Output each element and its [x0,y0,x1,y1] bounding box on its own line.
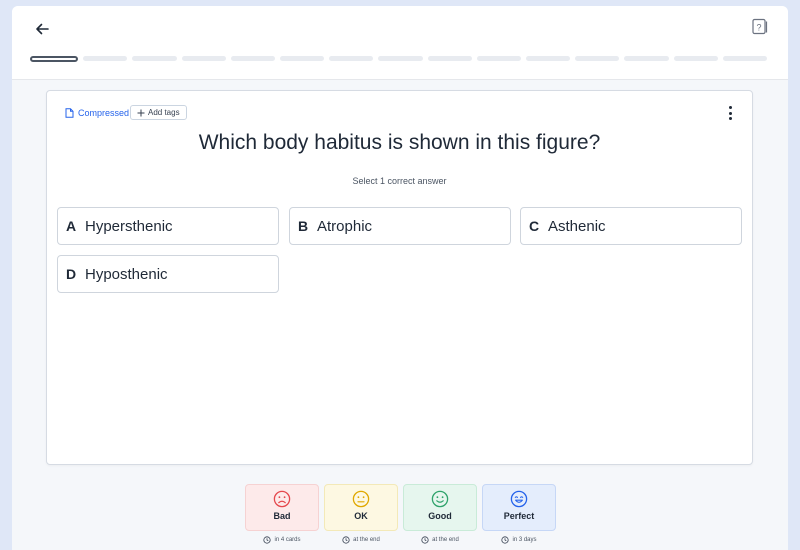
option-letter: B [298,218,309,234]
top-bar: ? [12,6,788,80]
kebab-dot-icon [728,111,732,115]
progress-bar [30,56,768,62]
kebab-dot-icon [728,106,732,109]
history-icon [501,536,510,544]
help-button[interactable]: ? [752,18,770,36]
rate-good-button[interactable]: Good [403,484,477,531]
rate-label: Bad [273,511,291,521]
smile-face-icon [431,490,449,508]
app-window: ? Compressed Add tags Which body habitus… [12,6,788,550]
rate-ok-button[interactable]: OK [324,484,398,531]
kebab-dot-icon [728,117,732,120]
rate-bad-button[interactable]: Bad [245,484,319,531]
option-text: Atrophic [317,217,373,235]
progress-segment-current [30,56,79,62]
neutral-face-icon [352,490,370,508]
progress-segment [83,56,128,61]
rate-schedule: at the end [342,536,380,544]
option-letter: D [66,266,77,282]
history-icon [342,536,350,544]
rate-label: Good [428,511,452,521]
progress-segment [673,56,718,61]
rating-good: Good at the end [403,484,477,544]
add-tags-button[interactable]: Add tags [130,105,187,120]
rate-schedule: at the end [421,536,459,544]
option-text: Hyposthenic [85,265,168,283]
rating-perfect: Perfect in 3 days [482,484,556,544]
answer-instruction: Select 1 correct answer [352,176,447,186]
option-letter: A [66,218,77,234]
rate-schedule-text: in 4 cards [274,537,301,543]
rating-ok: OK at the end [324,484,398,544]
option-letter: C [529,218,540,234]
deck-link[interactable]: Compressed [65,108,129,118]
rate-schedule: in 4 cards [263,536,301,544]
progress-segment [132,56,177,61]
rating-bad: Bad in 4 cards [245,484,319,544]
progress-segment [575,56,620,61]
option-text: Hypersthenic [85,217,173,235]
answer-option-d[interactable]: D Hyposthenic [57,255,279,293]
answer-option-c[interactable]: C Asthenic [520,207,742,245]
progress-segment [181,56,226,61]
document-icon [65,108,74,118]
rate-schedule-text: in 3 days [512,537,537,543]
more-options-button[interactable] [726,106,734,120]
add-tags-label: Add tags [148,108,180,117]
answer-option-b[interactable]: B Atrophic [289,207,511,245]
frown-face-icon [273,490,291,508]
progress-segment [280,56,325,61]
progress-segment [427,56,472,61]
progress-segment [624,56,669,61]
deck-name: Compressed [78,108,130,118]
rate-schedule-text: at the end [432,537,459,543]
grin-face-icon [510,490,528,508]
question-text: Which body habitus is shown in this figu… [198,131,601,154]
progress-segment [230,56,276,61]
history-icon [263,536,272,544]
option-text: Asthenic [548,217,606,235]
rate-schedule-text: at the end [353,537,380,543]
progress-segment [526,56,571,61]
rate-label: OK [354,511,368,521]
answer-option-a[interactable]: A Hypersthenic [57,207,279,245]
back-button[interactable] [30,17,54,41]
rate-label: Perfect [503,511,535,521]
svg-text:?: ? [756,23,761,33]
plus-icon [137,109,145,116]
rate-schedule: in 3 days [501,536,537,544]
progress-segment [476,56,522,61]
rate-perfect-button[interactable]: Perfect [482,484,556,531]
rating-bar: Bad in 4 cards OK at the end Good at the… [245,484,556,544]
progress-segment [722,56,768,61]
arrow-left-icon [36,23,49,35]
question-card-icon: ? [752,18,768,35]
progress-segment [378,56,423,61]
history-icon [421,536,429,544]
question-card: Compressed Add tags Which body habitus i… [46,90,753,465]
progress-segment [329,56,374,61]
